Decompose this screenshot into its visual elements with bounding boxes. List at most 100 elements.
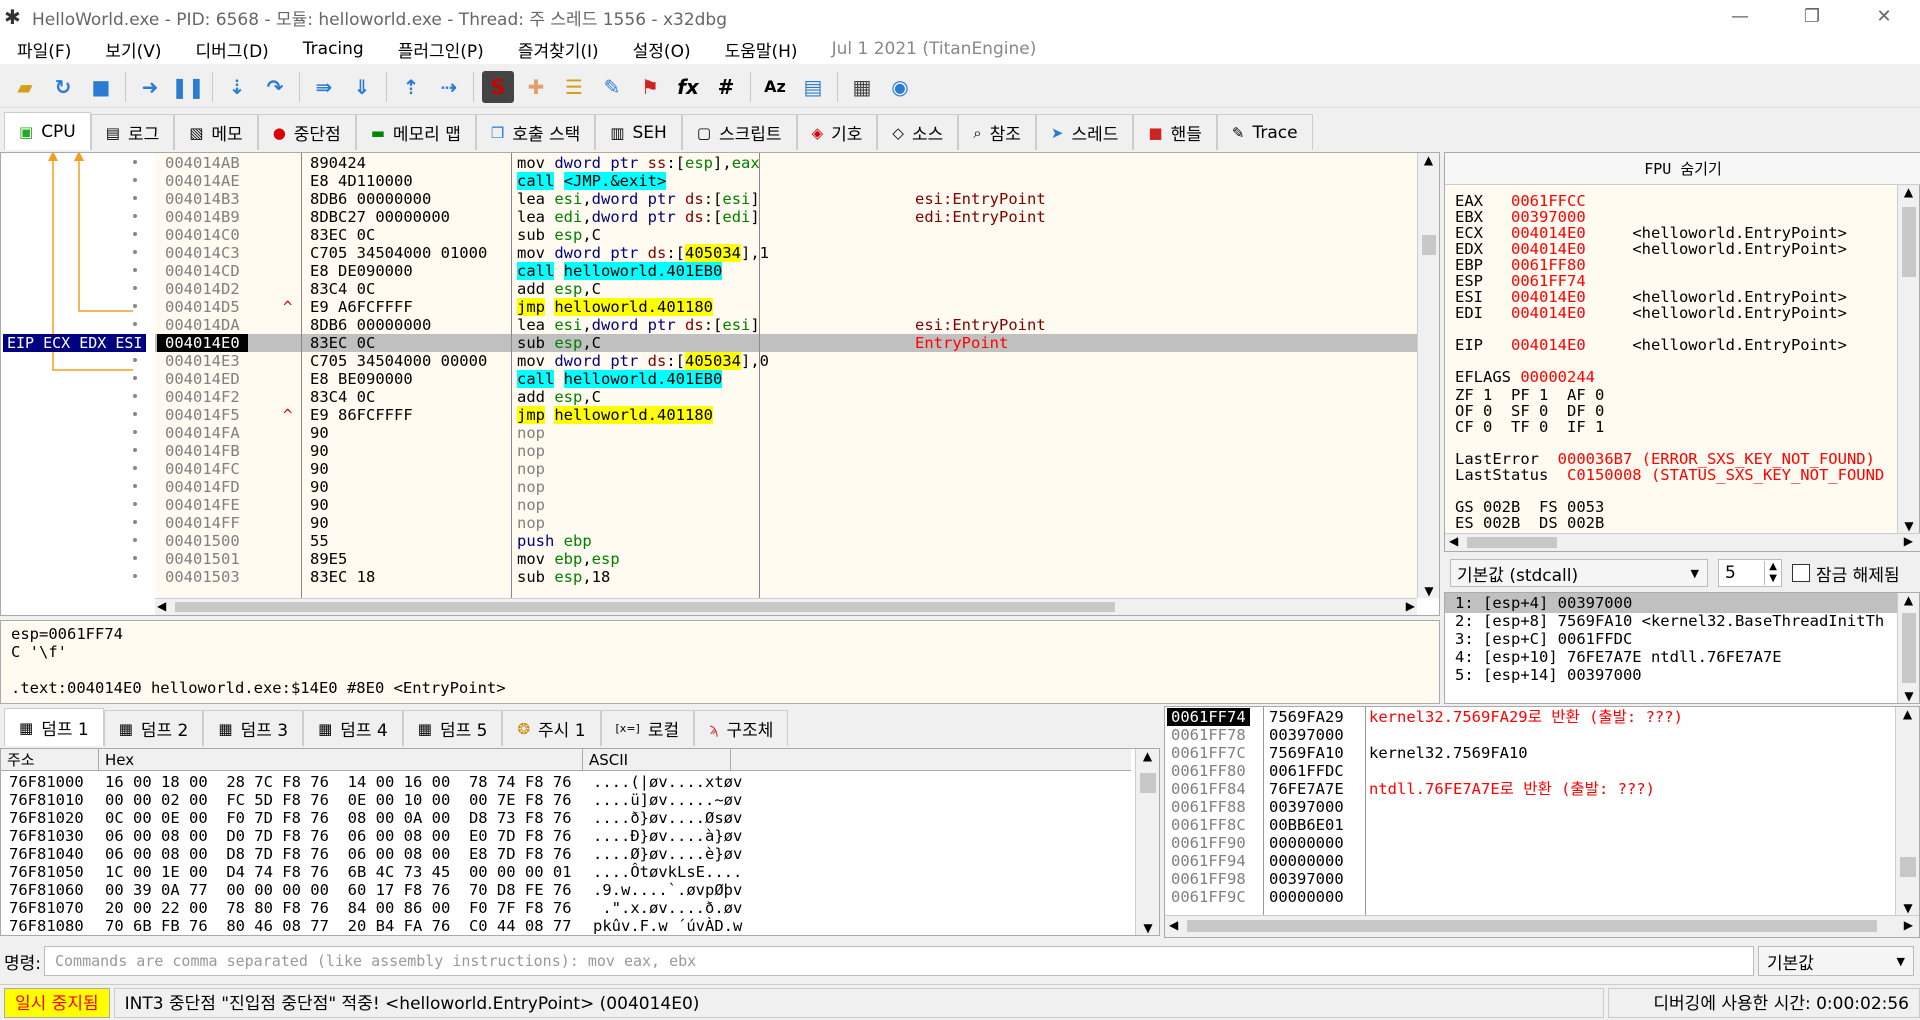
disasm-row[interactable]: 004014FE 90 nop xyxy=(155,496,1417,514)
run-to-user-code-icon[interactable]: ⇢ xyxy=(433,71,465,103)
run-icon[interactable]: ➜ xyxy=(134,71,166,103)
tab-watch-1[interactable]: ❂ 주시 1 xyxy=(502,710,601,746)
tab-notes[interactable]: ▧ 메모 xyxy=(174,114,258,150)
tab-cpu[interactable]: ▣ CPU xyxy=(4,112,91,150)
disasm-row[interactable]: 004014CD E8 DE090000 call helloworld.401EB… xyxy=(155,262,1417,280)
tab-references[interactable]: ⌕ 참조 xyxy=(958,114,1036,150)
register-line[interactable]: ESP 0061FF74 xyxy=(1455,273,1586,289)
menu-file[interactable]: 파일(F) xyxy=(0,37,88,62)
col-address[interactable]: 주소 xyxy=(1,749,99,770)
tab-log[interactable]: ▤ 로그 xyxy=(90,114,175,150)
comments-icon[interactable]: ☰ xyxy=(558,71,590,103)
disasm-row[interactable]: 004014D5 E9 A6FCFFFF jmp helloworld.401180… xyxy=(155,298,1417,316)
disasm-row[interactable]: 004014AE E8 4D110000 call <JMP.&exit> xyxy=(155,172,1417,190)
calculator-icon[interactable]: ▦ xyxy=(846,71,878,103)
disasm-row[interactable]: 004014DA 8DB6 00000000 lea esi,dword ptr d… xyxy=(155,316,1417,334)
stack-row[interactable]: 0061FF74 7569FA29 kernel32.7569FA29로 반환 (출… xyxy=(1165,708,1905,726)
register-line[interactable]: EFLAGS 00000244 xyxy=(1455,369,1595,385)
menu-view[interactable]: 보기(V) xyxy=(88,37,178,62)
tab-locals[interactable]: [x=] 로컬 xyxy=(600,710,695,746)
register-line[interactable]: ESI 004014E0 <helloworld.EntryPoint> xyxy=(1455,289,1847,305)
error-line[interactable]: LastStatus C0150008 (STATUS_SXS_KEY_NOT_… xyxy=(1455,467,1884,483)
close-button[interactable]: ✕ xyxy=(1848,0,1920,34)
command-mode-select[interactable]: 기본값 ▼ xyxy=(1758,946,1914,976)
flags-line[interactable]: ZF 1 PF 1 AF 0 xyxy=(1455,387,1604,403)
menu-debug[interactable]: 디버그(D) xyxy=(179,37,286,62)
tab-source[interactable]: ◇ 소스 xyxy=(877,114,959,150)
tab-dump-4[interactable]: ▦ 덤프 4 xyxy=(303,710,403,746)
register-line[interactable]: EIP 004014E0 <helloworld.EntryPoint> xyxy=(1455,337,1847,353)
step-into-icon[interactable]: ⇣ xyxy=(221,71,253,103)
col-ascii[interactable]: ASCII xyxy=(583,749,731,770)
minimize-button[interactable]: — xyxy=(1704,0,1776,34)
tab-symbols[interactable]: ◈ 기호 xyxy=(796,114,878,150)
dump-pane[interactable]: 주소 Hex ASCII 76F81000 16 00 18 00 28 7C F… xyxy=(0,748,1160,936)
disasm-row[interactable]: 004014F5 E9 86FCFFFF jmp helloworld.401180… xyxy=(155,406,1417,424)
trace-over-icon[interactable]: ⇓ xyxy=(346,71,378,103)
arg-count-stepper[interactable]: 5 ▲ ▼ xyxy=(1718,559,1782,587)
disasm-row[interactable]: 00401503 83EC 18 sub esp,18 xyxy=(155,568,1417,586)
register-line[interactable]: EBP 0061FF80 xyxy=(1455,257,1586,273)
disasm-row[interactable]: 004014D2 83C4 0C add esp,C xyxy=(155,280,1417,298)
register-line[interactable]: EDI 004014E0 <helloworld.EntryPoint> xyxy=(1455,305,1847,321)
registers-vscrollbar[interactable]: ▲ ▼ xyxy=(1897,185,1919,533)
scroll-right-icon[interactable]: ▶ xyxy=(1406,599,1415,613)
tab-dump-5[interactable]: ▦ 덤프 5 xyxy=(402,710,503,746)
register-line[interactable]: EBX 00397000 xyxy=(1455,209,1586,225)
labels-icon[interactable]: ✎ xyxy=(596,71,628,103)
disasm-row[interactable]: 00401501 89E5 mov ebp,esp xyxy=(155,550,1417,568)
stop-icon[interactable]: ■ xyxy=(85,71,117,103)
stack-vscrollbar[interactable]: ▲ ▼ xyxy=(1895,707,1919,915)
segment-line[interactable]: ES 002B DS 002B xyxy=(1455,515,1604,531)
scylla-icon[interactable]: S xyxy=(482,70,514,103)
stack-hscrollbar[interactable]: ◀ ▶ xyxy=(1165,915,1919,937)
registers-hscrollbar[interactable]: ◀ ▶ xyxy=(1445,533,1920,551)
dump-vscrollbar[interactable]: ▲ ▼ xyxy=(1135,749,1159,935)
disasm-row[interactable]: 004014AB 890424 mov dword ptr ss:[esp],eax xyxy=(155,154,1417,172)
scroll-thumb[interactable] xyxy=(1422,235,1436,255)
register-line[interactable]: EAX 0061FFCC xyxy=(1455,193,1586,209)
stack-row[interactable]: 0061FF90 00000000 xyxy=(1165,834,1905,852)
tab-call-stack[interactable]: ❒ 호출 스택 xyxy=(475,114,596,150)
stack-row[interactable]: 0061FF7C 7569FA10 kernel32.7569FA10 xyxy=(1165,744,1905,762)
bookmarks-icon[interactable]: ⚑ xyxy=(634,71,666,103)
menu-options[interactable]: 설정(O) xyxy=(616,37,708,62)
stack-row[interactable]: 0061FF88 00397000 xyxy=(1165,798,1905,816)
unlock-checkbox[interactable]: 잠금 해제됨 xyxy=(1792,561,1900,586)
hide-fpu-button[interactable]: FPU 숨기기 xyxy=(1445,153,1920,185)
command-input[interactable]: Commands are comma separated (like assem… xyxy=(44,946,1754,976)
disasm-row[interactable]: 004014C3 C705 34504000 01000 mov dword ptr… xyxy=(155,244,1417,262)
globe-icon[interactable]: ◉ xyxy=(884,71,916,103)
stack-pane[interactable]: 0061FF74 7569FA29 kernel32.7569FA29로 반환 (출… xyxy=(1164,706,1920,938)
stack-row[interactable]: 0061FF80 0061FFDC xyxy=(1165,762,1905,780)
disasm-row[interactable]: 00401500 55 push ebp xyxy=(155,532,1417,550)
disasm-row[interactable]: 004014FD 90 nop xyxy=(155,478,1417,496)
menu-plugins[interactable]: 플러그인(P) xyxy=(381,37,501,62)
tab-memory-map[interactable]: ▬ 메모리 맵 xyxy=(355,114,476,150)
device-icon[interactable]: ▤ xyxy=(797,71,829,103)
flags-line[interactable]: OF 0 SF 0 DF 0 xyxy=(1455,403,1604,419)
execute-till-return-icon[interactable]: ⇡ xyxy=(395,71,427,103)
disasm-row[interactable]: 004014FA 90 nop xyxy=(155,424,1417,442)
restart-icon[interactable]: ↻ xyxy=(47,71,79,103)
disasm-row[interactable]: 004014E3 C705 34504000 00000 mov dword ptr… xyxy=(155,352,1417,370)
register-line[interactable]: ECX 004014E0 <helloworld.EntryPoint> xyxy=(1455,225,1847,241)
register-list[interactable]: EAX 0061FFCC EBX 00397000 ECX 004014E0 <he… xyxy=(1445,185,1897,533)
stack-row[interactable]: 0061FF9C 00000000 xyxy=(1165,888,1905,906)
tab-seh[interactable]: ▥ SEH xyxy=(595,114,682,150)
stack-row[interactable]: 0061FF98 00397000 xyxy=(1165,870,1905,888)
disasm-row[interactable]: 004014FF 90 nop xyxy=(155,514,1417,532)
col-hex[interactable]: Hex xyxy=(99,749,583,770)
register-line[interactable]: EDX 004014E0 <helloworld.EntryPoint> xyxy=(1455,241,1847,257)
menu-help[interactable]: 도움말(H) xyxy=(708,37,815,62)
tab-script[interactable]: ▢ 스크립트 xyxy=(681,114,797,150)
open-folder-icon[interactable]: ▰ xyxy=(9,71,41,103)
stack-row[interactable]: 0061FF78 00397000 xyxy=(1165,726,1905,744)
disasm-row[interactable]: 004014FC 90 nop xyxy=(155,460,1417,478)
hash-icon[interactable]: # xyxy=(710,71,742,103)
checkbox-box[interactable] xyxy=(1792,564,1810,582)
menu-favourites[interactable]: 즐겨찾기(I) xyxy=(501,37,616,62)
disasm-row[interactable]: 004014B9 8DBC27 00000000 lea edi,dword ptr… xyxy=(155,208,1417,226)
scroll-left-icon[interactable]: ◀ xyxy=(157,599,166,613)
trace-into-icon[interactable]: ⇛ xyxy=(308,71,340,103)
